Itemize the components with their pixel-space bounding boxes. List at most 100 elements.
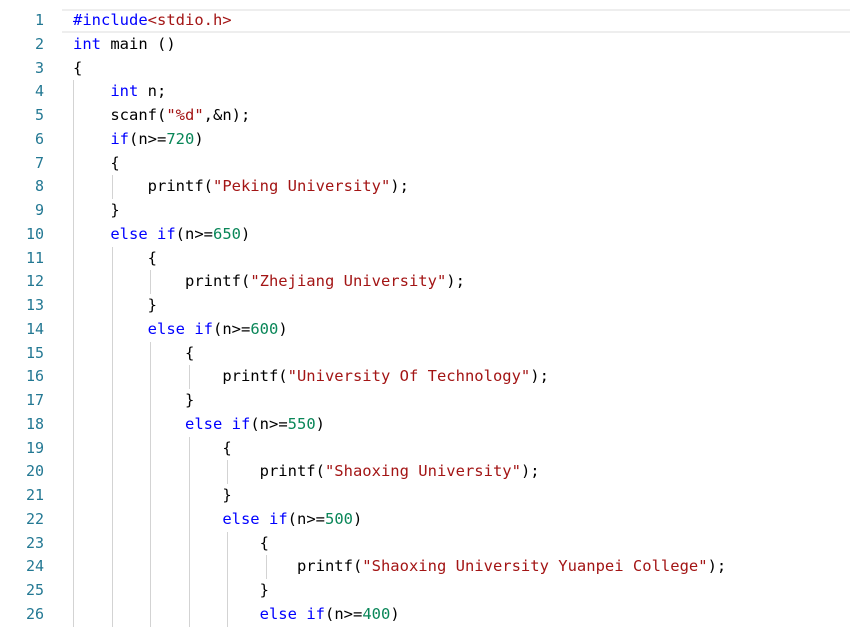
code-line[interactable]: } — [73, 199, 850, 223]
code-token: { — [222, 438, 232, 457]
code-token: (n>= — [213, 319, 251, 338]
line-number: 8 — [34, 177, 44, 196]
code-line[interactable]: { — [73, 532, 850, 556]
code-token: (n>= — [175, 224, 213, 243]
keyword-token: else — [184, 414, 223, 433]
line-number: 19 — [25, 438, 44, 457]
keyword-token: if — [110, 129, 129, 148]
code-line[interactable]: } — [73, 484, 850, 508]
string-token: <stdio.h> — [147, 11, 232, 29]
code-token: printf( — [259, 462, 325, 481]
code-editor[interactable]: 1 2 3 4 5 6 7 8 9 10 11 12 13 14 15 16 17 18 19 20 21 22 23 24 2… — [0, 0, 850, 630]
code-line[interactable]: } — [73, 389, 850, 413]
code-line[interactable]: { — [73, 247, 850, 271]
indent-guide — [150, 341, 151, 627]
line-number: 5 — [34, 106, 44, 124]
keyword-token: if — [194, 319, 213, 338]
code-line[interactable]: { — [73, 342, 850, 366]
line-number: 21 — [25, 486, 44, 504]
line-number: 3 — [34, 58, 44, 77]
line-number: 18 — [25, 414, 44, 433]
code-token: { — [73, 58, 83, 77]
code-line[interactable]: { — [73, 152, 850, 176]
code-line[interactable]: printf("University Of Technology"); — [73, 365, 850, 389]
code-line[interactable]: } — [73, 294, 850, 318]
number-token: 650 — [213, 224, 241, 243]
code-line[interactable]: else if(n>=500) — [73, 508, 850, 532]
code-line[interactable]: else if(n>=550) — [73, 413, 850, 437]
code-area[interactable]: #include<stdio.h> int main (){ int n; sca… — [73, 9, 850, 627]
code-line[interactable]: { — [73, 437, 850, 461]
code-line[interactable]: { — [73, 57, 850, 81]
code-token: (n>= — [324, 604, 363, 623]
line-number: 24 — [25, 557, 44, 576]
code-token: ); — [520, 462, 540, 481]
line-number: 23 — [25, 533, 44, 552]
code-line[interactable]: printf("Shaoxing University Yuanpei Coll… — [73, 555, 850, 579]
number-token: 600 — [250, 319, 279, 338]
string-token: "Peking University" — [212, 177, 391, 196]
code-line[interactable]: printf("Peking University"); — [73, 175, 850, 199]
line-number: 2 — [34, 34, 44, 53]
line-number-gutter[interactable]: 1 2 3 4 5 6 7 8 9 10 11 12 13 14 15 16 17 18 19 20 21 22 23 24 2… — [0, 9, 56, 627]
indent-guide — [73, 80, 74, 627]
code-line[interactable]: printf("Shaoxing University"); — [73, 460, 850, 484]
code-line[interactable]: int main () — [73, 33, 850, 57]
code-line[interactable]: } — [73, 579, 850, 603]
line-number: 11 — [25, 248, 44, 267]
code-line[interactable]: int n; — [73, 80, 850, 104]
code-token: main () — [101, 34, 176, 53]
code-line[interactable]: #include<stdio.h> — [73, 9, 850, 33]
code-token: ) — [278, 319, 288, 338]
code-line[interactable]: scanf("%d",&n); — [73, 104, 850, 128]
indent-guide — [188, 365, 190, 389]
code-token: ) — [390, 604, 400, 623]
code-token: } — [110, 201, 120, 219]
keyword-token: if — [157, 224, 176, 243]
line-number: 15 — [25, 343, 44, 362]
code-token: } — [222, 486, 232, 504]
indent-guide — [150, 270, 151, 294]
code-line[interactable]: printf("Zhejiang University"); — [73, 270, 850, 294]
line-number: 22 — [25, 509, 44, 528]
code-token: ); — [530, 367, 549, 386]
code-token: (n>= — [287, 509, 325, 528]
keyword-token: else — [147, 319, 185, 338]
string-token: "Shaoxing University" — [324, 462, 521, 481]
indent-guide — [227, 460, 228, 484]
string-token: "%d" — [166, 106, 204, 124]
indent-guide — [265, 555, 267, 579]
code-line[interactable]: else if(n>=650) — [73, 223, 850, 247]
code-line[interactable]: if(n>=720) — [73, 128, 850, 152]
code-token: ) — [315, 414, 325, 433]
code-line[interactable]: else if(n>=600) — [73, 318, 850, 342]
indent-guide — [111, 175, 113, 199]
keyword-token: else — [222, 509, 260, 528]
keyword-token: int — [73, 34, 101, 53]
code-token: printf( — [184, 272, 251, 291]
code-token: ); — [446, 272, 465, 291]
line-number: 14 — [25, 319, 44, 338]
code-token: printf( — [296, 557, 363, 576]
number-token: 720 — [166, 129, 195, 148]
code-line[interactable]: else if(n>=400) — [73, 603, 850, 627]
line-number: 12 — [25, 272, 44, 291]
code-token: ); — [707, 557, 727, 576]
